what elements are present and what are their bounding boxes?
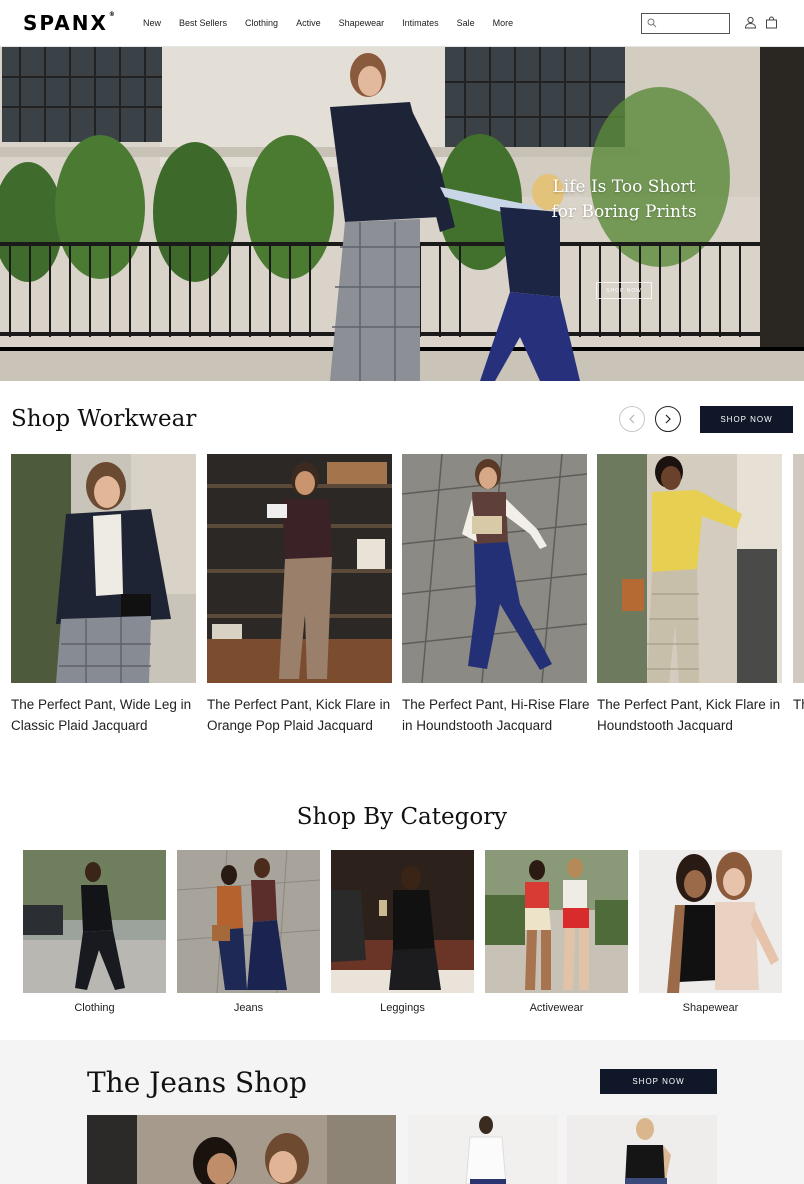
- main-nav: New Best Sellers Clothing Active Shapewe…: [143, 18, 531, 28]
- category-label[interactable]: Leggings: [331, 1002, 474, 1014]
- cart-icon[interactable]: [765, 16, 778, 29]
- hero-headline-line2: for Boring Prints: [551, 202, 697, 222]
- category-card-activewear[interactable]: Activewear: [485, 850, 628, 1014]
- category-image[interactable]: [177, 850, 320, 993]
- nav-item-new[interactable]: New: [143, 18, 161, 28]
- jeans-shop-now-button[interactable]: SHOP NOW: [600, 1069, 717, 1094]
- nav-item-shapewear[interactable]: Shapewear: [339, 18, 385, 28]
- category-card-clothing[interactable]: Clothing: [23, 850, 166, 1014]
- category-label[interactable]: Jeans: [177, 1002, 320, 1014]
- product-image[interactable]: [207, 454, 392, 683]
- product-name[interactable]: The Perfect Pant, Hi-Rise Flare in Hound…: [402, 694, 592, 736]
- search-icon: [647, 18, 657, 28]
- product-card[interactable]: The Perfect Pant, Kick Flare in Houndsto…: [597, 454, 782, 736]
- category-label[interactable]: Shapewear: [639, 1002, 782, 1014]
- chevron-right-icon: [665, 414, 671, 424]
- category-card-shapewear[interactable]: Shapewear: [639, 850, 782, 1014]
- carousel-next-button[interactable]: [655, 406, 681, 432]
- nav-item-intimates[interactable]: Intimates: [402, 18, 439, 28]
- chevron-left-icon: [629, 414, 635, 424]
- product-name[interactable]: Th Cl: [793, 694, 804, 715]
- category-image[interactable]: [485, 850, 628, 993]
- search-box[interactable]: [641, 13, 730, 34]
- product-image[interactable]: [793, 454, 804, 683]
- hero-shop-now-button[interactable]: SHOP NOW: [596, 282, 652, 299]
- jeans-feature-image[interactable]: [87, 1115, 396, 1184]
- product-card[interactable]: The Perfect Pant, Hi-Rise Flare in Hound…: [402, 454, 590, 736]
- category-image[interactable]: [639, 850, 782, 993]
- search-input[interactable]: [660, 16, 726, 31]
- category-card-leggings[interactable]: Leggings: [331, 850, 474, 1014]
- hero-headline: Life Is Too Short for Boring Prints: [540, 175, 708, 225]
- category-title: Shop By Category: [296, 804, 508, 830]
- jeans-product-image[interactable]: [408, 1115, 558, 1184]
- carousel-prev-button[interactable]: [619, 406, 645, 432]
- product-name[interactable]: The Perfect Pant, Kick Flare in Orange P…: [207, 694, 397, 736]
- category-image[interactable]: [23, 850, 166, 993]
- nav-item-sale[interactable]: Sale: [457, 18, 475, 28]
- hero-headline-line1: Life Is Too Short: [552, 177, 696, 197]
- nav-item-active[interactable]: Active: [296, 18, 321, 28]
- brand-logo[interactable]: SPANX®: [23, 11, 117, 35]
- category-image[interactable]: [331, 850, 474, 993]
- account-icon[interactable]: [744, 16, 757, 29]
- jeans-product-image[interactable]: [567, 1115, 717, 1184]
- workwear-title: Shop Workwear: [11, 406, 197, 432]
- jeans-shop-section: The Jeans Shop SHOP NOW: [0, 1040, 804, 1184]
- nav-item-clothing[interactable]: Clothing: [245, 18, 278, 28]
- product-name[interactable]: The Perfect Pant, Wide Leg in Classic Pl…: [11, 694, 201, 736]
- hero-banner[interactable]: Life Is Too Short for Boring Prints SHOP…: [0, 47, 804, 381]
- nav-item-best-sellers[interactable]: Best Sellers: [179, 18, 227, 28]
- page: { "brand": {"name": "SPANX", "mark": "®"…: [0, 0, 804, 1184]
- product-card[interactable]: Th Cl: [793, 454, 804, 715]
- product-name[interactable]: The Perfect Pant, Kick Flare in Houndsto…: [597, 694, 787, 736]
- product-image[interactable]: [11, 454, 196, 683]
- product-image[interactable]: [597, 454, 782, 683]
- site-header: SPANX® New Best Sellers Clothing Active …: [0, 0, 804, 47]
- nav-item-more[interactable]: More: [493, 18, 514, 28]
- category-card-jeans[interactable]: Jeans: [177, 850, 320, 1014]
- category-label[interactable]: Clothing: [23, 1002, 166, 1014]
- product-card[interactable]: The Perfect Pant, Wide Leg in Classic Pl…: [11, 454, 196, 736]
- jeans-shop-title: The Jeans Shop: [87, 1066, 307, 1099]
- product-card[interactable]: The Perfect Pant, Kick Flare in Orange P…: [207, 454, 392, 736]
- category-label[interactable]: Activewear: [485, 1002, 628, 1014]
- workwear-shop-now-button[interactable]: SHOP NOW: [700, 406, 793, 433]
- product-image[interactable]: [402, 454, 587, 683]
